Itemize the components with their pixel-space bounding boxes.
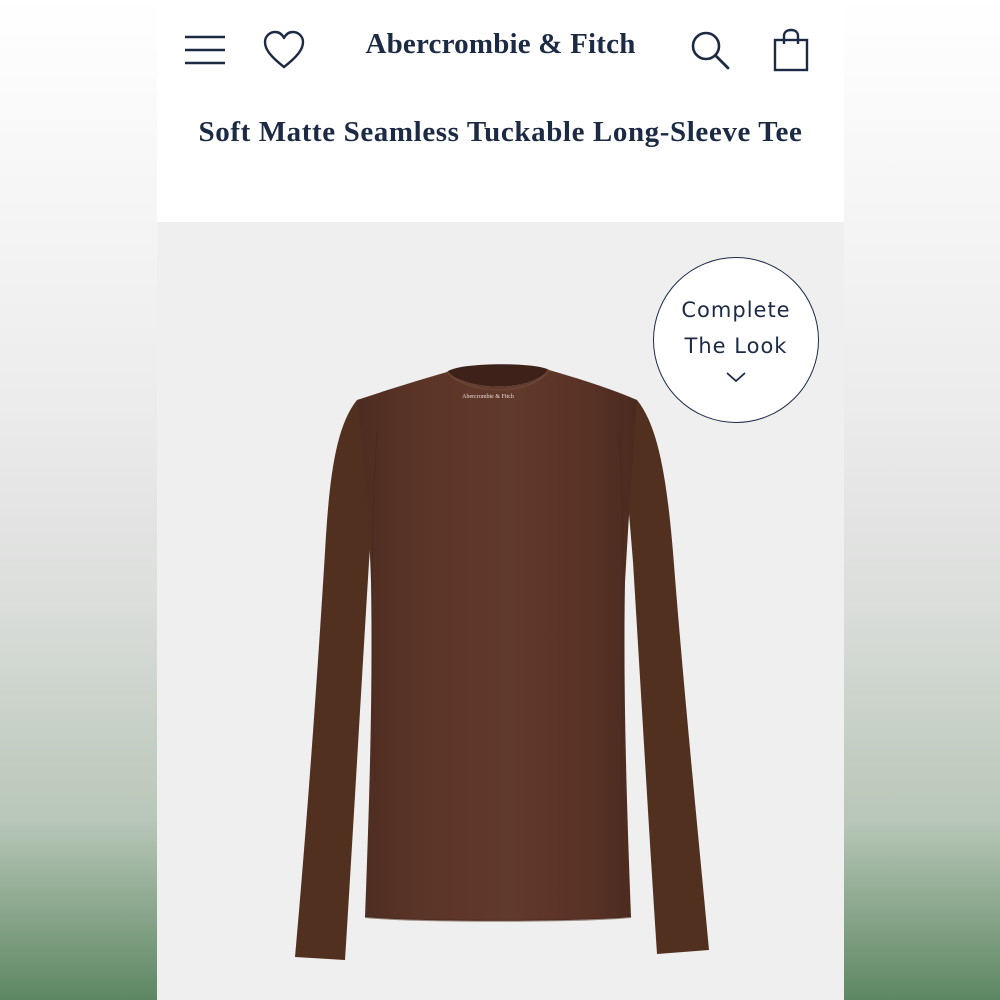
product-page: Abercrombie & Fitch Soft Matte Seamless … (157, 0, 844, 1000)
product-title: Soft Matte Seamless Tuckable Long-Sleeve… (198, 116, 803, 148)
search-icon[interactable] (684, 24, 736, 76)
site-header: Abercrombie & Fitch (157, 0, 844, 98)
hamburger-menu-icon[interactable] (179, 24, 231, 76)
product-image[interactable]: Abercrombie & Fitch Complete The Look (157, 222, 844, 1000)
brand-logo[interactable]: Abercrombie & Fitch (307, 28, 694, 68)
complete-the-look-line2: The Look (684, 334, 788, 358)
backdrop-left-blur (0, 0, 157, 1000)
backdrop-right-blur (844, 0, 1000, 1000)
shopping-bag-icon[interactable] (765, 24, 817, 76)
neck-label: Abercrombie & Fitch (462, 394, 514, 400)
chevron-down-icon (725, 370, 747, 388)
complete-the-look-button[interactable]: Complete The Look (653, 257, 819, 423)
heart-icon[interactable] (258, 24, 310, 76)
complete-the-look-line1: Complete (681, 298, 791, 322)
